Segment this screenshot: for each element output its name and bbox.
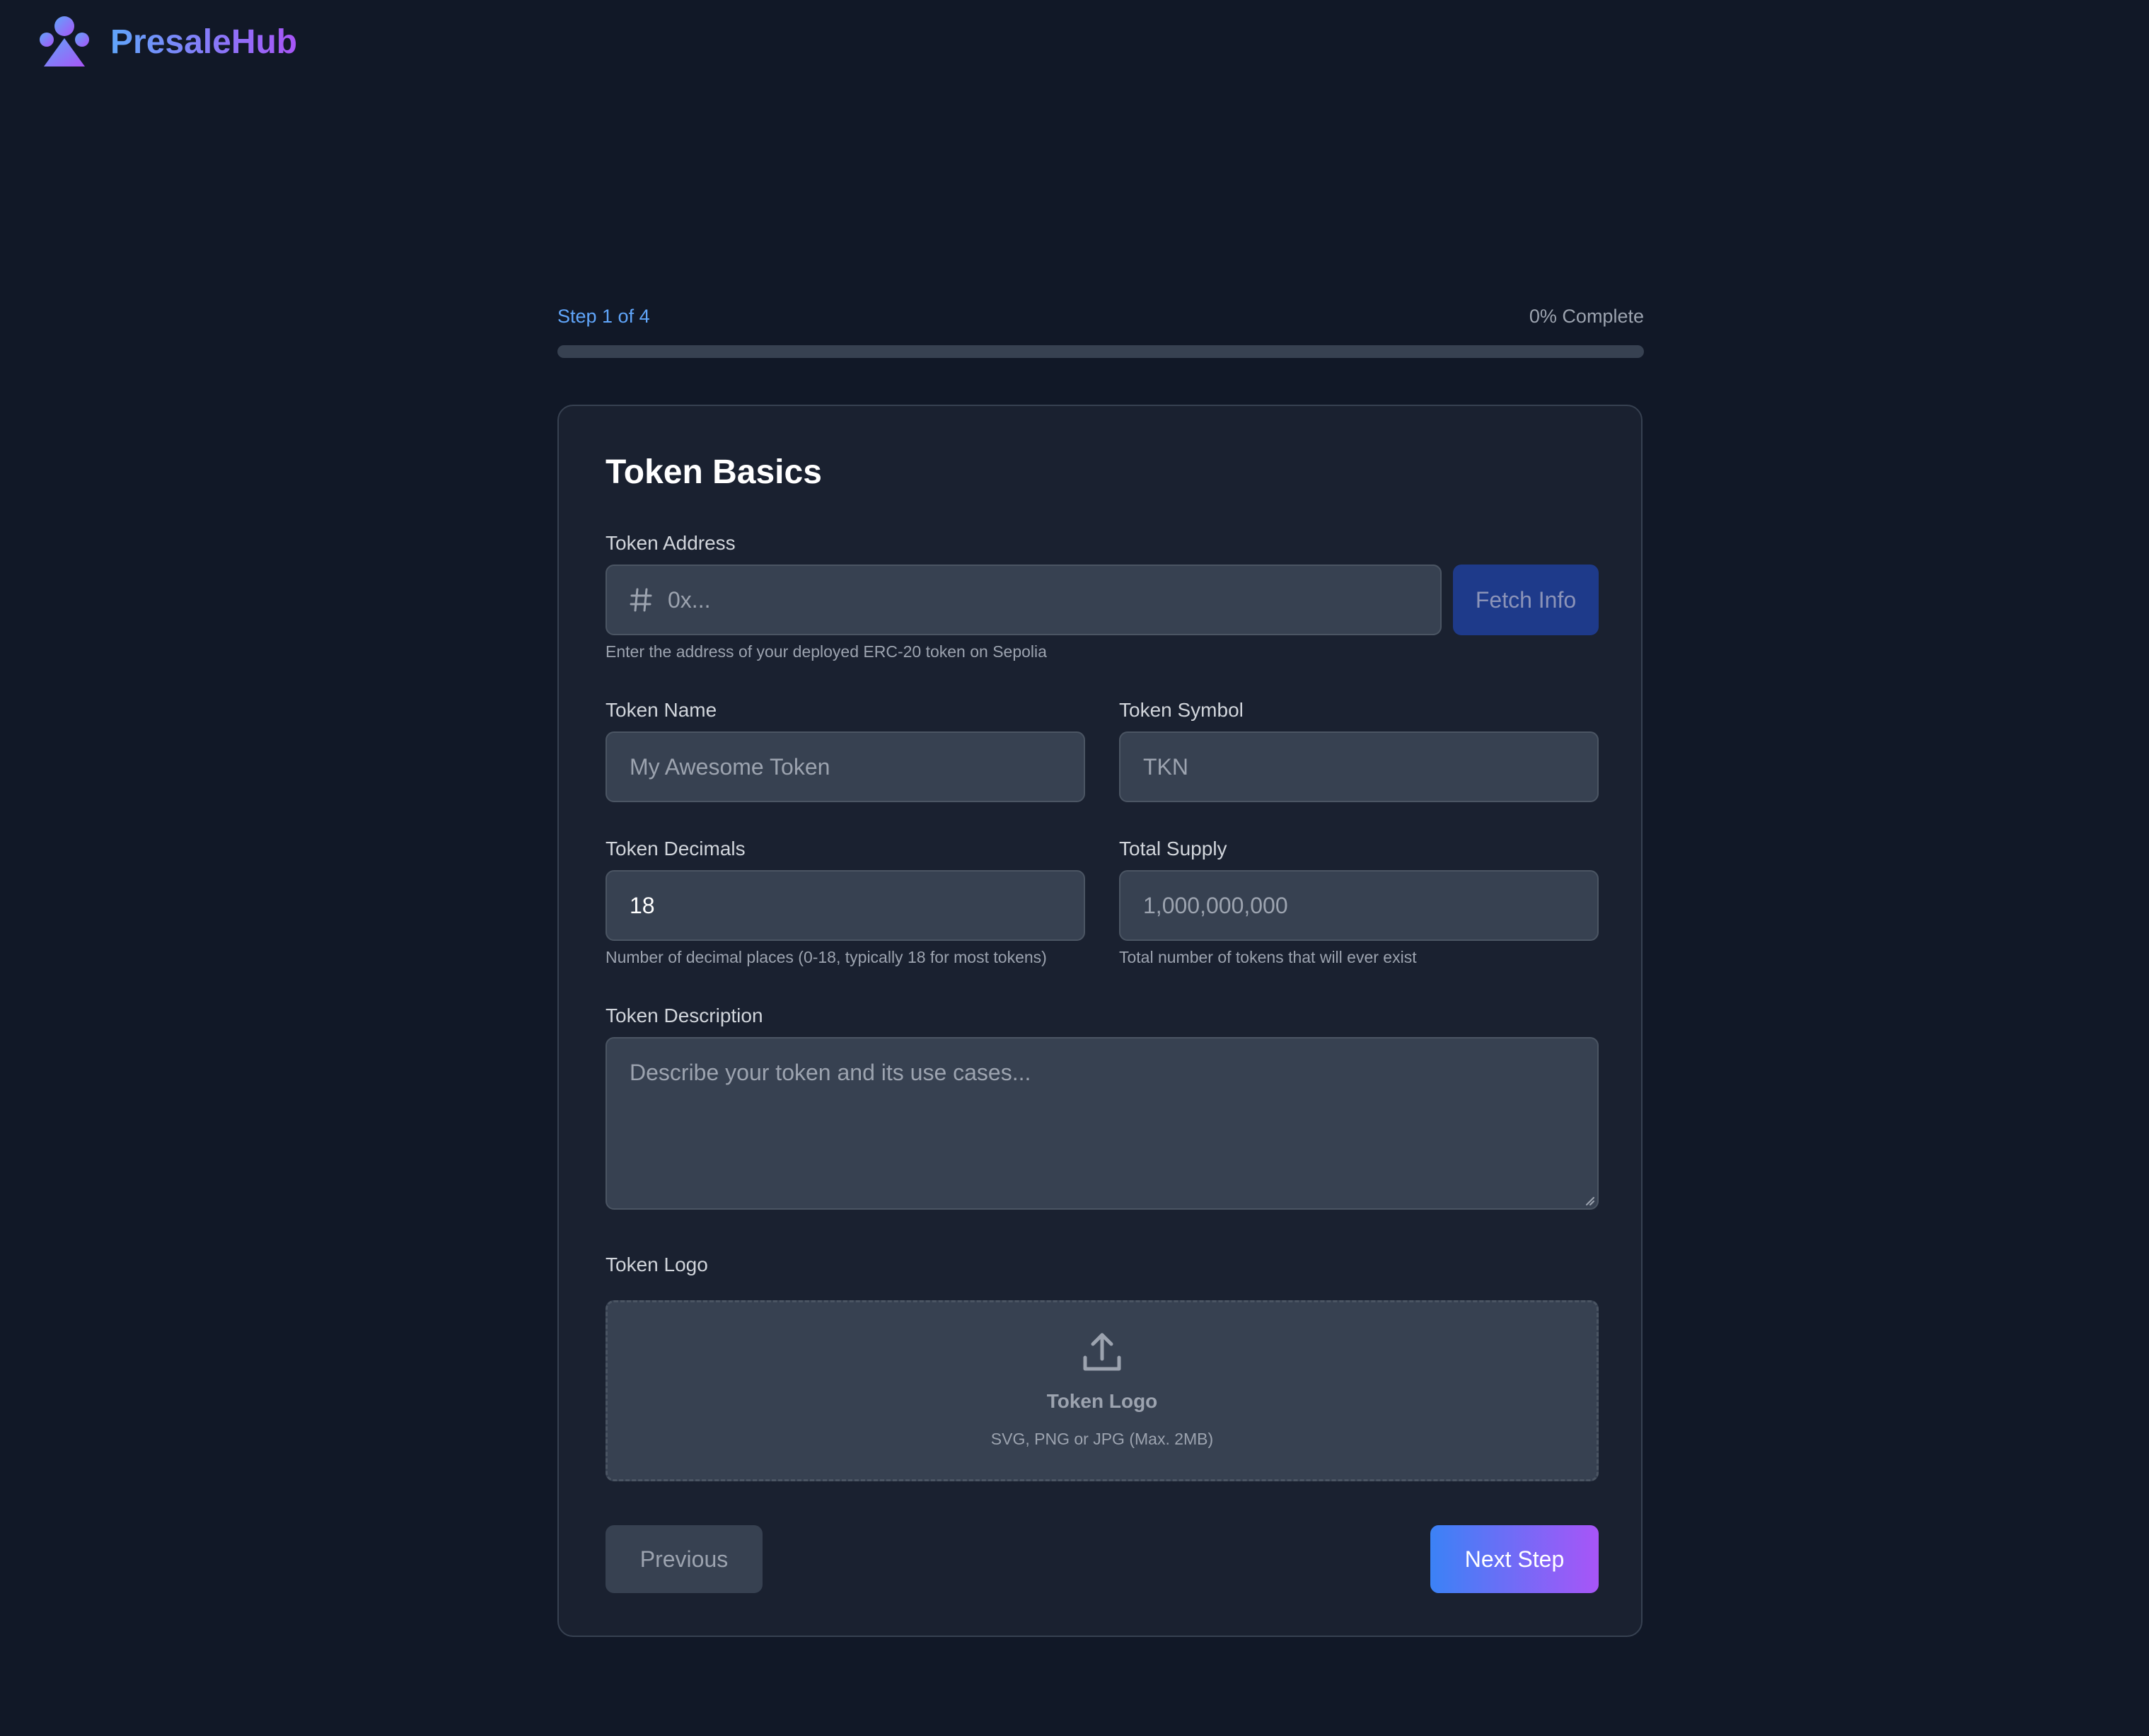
progress-bar — [557, 345, 1644, 358]
token-logo-label: Token Logo — [606, 1254, 708, 1275]
token-address-input[interactable]: 0x... — [606, 565, 1442, 635]
hash-icon — [630, 588, 652, 612]
token-name-input[interactable]: My Awesome Token — [606, 731, 1085, 802]
token-name-label: Token Name — [606, 699, 717, 721]
token-description-placeholder: Describe your token and its use cases... — [630, 1060, 1031, 1085]
upload-icon — [1083, 1333, 1121, 1371]
token-address-label: Token Address — [606, 532, 736, 554]
progress-header: Step 1 of 4 0% Complete — [557, 306, 1644, 328]
page-title: Token Basics — [606, 453, 822, 491]
token-decimals-value: 18 — [630, 892, 655, 918]
token-decimals-label: Token Decimals — [606, 838, 746, 860]
resize-grip-icon[interactable] — [1583, 1194, 1594, 1205]
token-decimals-hint: Number of decimal places (0-18, typicall… — [606, 948, 1047, 966]
token-address-placeholder: 0x... — [668, 586, 711, 613]
token-decimals-input[interactable]: 18 — [606, 870, 1085, 941]
upload-hint: SVG, PNG or JPG (Max. 2MB) — [990, 1430, 1214, 1448]
token-address-hint: Enter the address of your deployed ERC-2… — [606, 642, 1047, 661]
previous-button[interactable]: Previous — [606, 1525, 763, 1593]
token-symbol-label: Token Symbol — [1119, 699, 1244, 721]
total-supply-hint: Total number of tokens that will ever ex… — [1119, 948, 1417, 966]
token-description-label: Token Description — [606, 1005, 763, 1026]
total-supply-input[interactable]: 1,000,000,000 — [1119, 870, 1599, 941]
complete-label: 0% Complete — [1529, 306, 1644, 327]
token-symbol-placeholder: TKN — [1143, 753, 1188, 780]
token-logo-dropzone[interactable]: Token Logo SVG, PNG or JPG (Max. 2MB) — [606, 1300, 1599, 1481]
fetch-info-button[interactable]: Fetch Info — [1453, 565, 1599, 635]
token-symbol-input[interactable]: TKN — [1119, 731, 1599, 802]
total-supply-label: Total Supply — [1119, 838, 1227, 860]
total-supply-placeholder: 1,000,000,000 — [1143, 892, 1288, 918]
token-name-placeholder: My Awesome Token — [630, 753, 830, 780]
upload-title: Token Logo — [1046, 1390, 1158, 1412]
users-icon — [40, 16, 89, 66]
brand-name: PresaleHub — [110, 23, 298, 61]
step-label: Step 1 of 4 — [557, 306, 650, 327]
token-description-textarea[interactable]: Describe your token and its use cases... — [606, 1037, 1599, 1210]
token-basics-card: Token Basics Token Address 0x... Fetch I… — [557, 405, 1643, 1637]
brand-logo[interactable]: PresaleHub — [38, 16, 297, 68]
next-step-button[interactable]: Next Step — [1430, 1525, 1599, 1593]
